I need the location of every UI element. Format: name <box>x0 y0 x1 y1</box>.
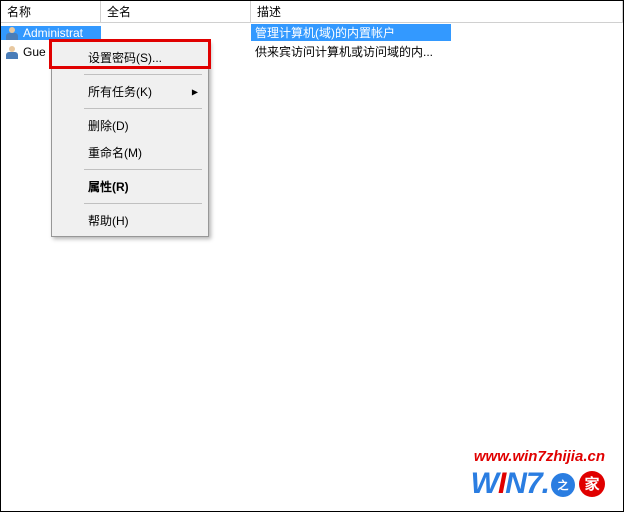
watermark-7: 7. <box>526 467 549 500</box>
watermark-logo: WIN7. 之 家 <box>471 467 605 501</box>
watermark-badge-icon: 之 <box>551 473 575 497</box>
watermark-jia-icon: 家 <box>579 471 605 497</box>
menu-separator <box>84 108 202 109</box>
menu-separator <box>84 74 202 75</box>
watermark-n: N <box>505 467 526 500</box>
user-name: Gue <box>23 45 46 59</box>
user-name: Administrat <box>23 26 83 40</box>
column-header-fullname[interactable]: 全名 <box>101 1 251 22</box>
column-header-name[interactable]: 名称 <box>1 1 101 22</box>
column-headers: 名称 全名 描述 <box>1 1 623 23</box>
menu-item-rename[interactable]: 重命名(M) <box>54 139 206 166</box>
user-description: 供来宾访问计算机或访问域的内... <box>251 43 451 60</box>
context-menu: 设置密码(S)... 所有任务(K) 删除(D) 重命名(M) 属性(R) 帮助… <box>51 41 209 237</box>
column-header-description[interactable]: 描述 <box>251 1 623 22</box>
menu-item-set-password[interactable]: 设置密码(S)... <box>54 44 206 71</box>
watermark-w: W <box>471 467 498 500</box>
user-description: 管理计算机(域)的内置帐户 <box>251 24 451 41</box>
menu-item-delete[interactable]: 删除(D) <box>54 112 206 139</box>
menu-item-properties[interactable]: 属性(R) <box>54 173 206 200</box>
menu-separator <box>84 169 202 170</box>
user-icon <box>5 26 19 40</box>
watermark-url: www.win7zhijia.cn <box>471 448 605 465</box>
menu-item-help[interactable]: 帮助(H) <box>54 207 206 234</box>
menu-item-all-tasks[interactable]: 所有任务(K) <box>54 78 206 105</box>
user-row-administrator[interactable]: Administrat 管理计算机(域)的内置帐户 <box>1 23 623 42</box>
user-icon <box>5 45 19 59</box>
watermark: www.win7zhijia.cn WIN7. 之 家 <box>471 448 605 501</box>
menu-separator <box>84 203 202 204</box>
